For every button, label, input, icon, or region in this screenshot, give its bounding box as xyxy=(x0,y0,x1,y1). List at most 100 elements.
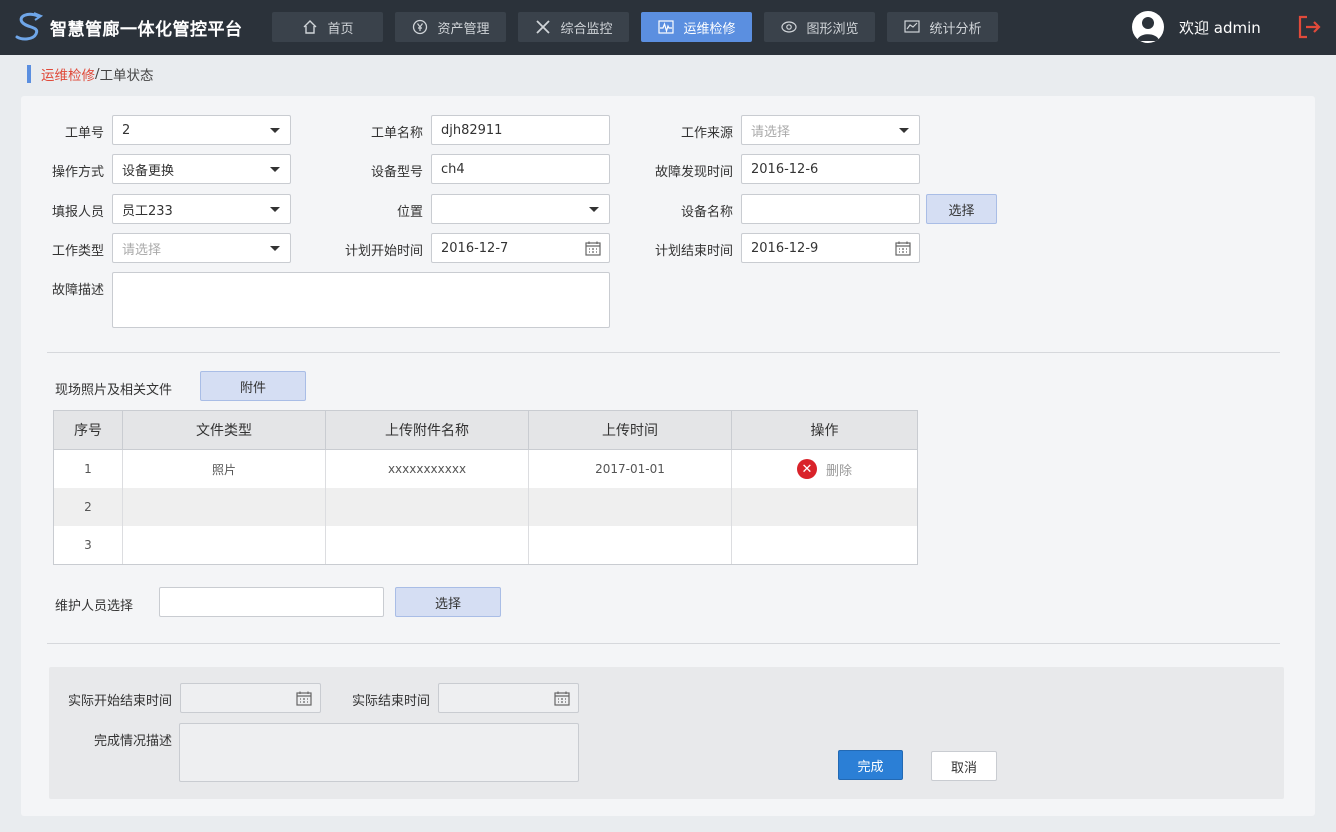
maintainer-field[interactable] xyxy=(159,587,384,617)
cancel-button[interactable]: 取消 xyxy=(931,751,997,781)
location-label: 位置 xyxy=(396,205,423,220)
cell-action: ✕ 删除 xyxy=(732,450,917,488)
nav-item-assets[interactable]: 资产管理 xyxy=(395,12,506,42)
breadcrumb-parent-link[interactable]: 运维检修 xyxy=(41,64,95,84)
breadcrumb: 运维检修 / 工单状态 xyxy=(27,64,154,84)
column-header: 操作 xyxy=(810,423,839,439)
column-header: 序号 xyxy=(54,411,123,449)
logo-icon xyxy=(15,12,44,41)
attachments-table: 序号 文件类型 上传附件名称 上传时间 操作 1 照片 xxxxxxxxxxx … xyxy=(53,410,918,565)
nav-item-graphics[interactable]: 图形浏览 xyxy=(764,12,875,42)
maintainer-label: 维护人员选择 xyxy=(55,599,134,614)
work-source-placeholder: 请选择 xyxy=(751,124,791,140)
completion-desc-label: 完成情况描述 xyxy=(93,734,172,749)
section-divider xyxy=(47,352,1280,353)
device-model-label: 设备型号 xyxy=(370,165,423,180)
welcome-text: 欢迎 admin xyxy=(1179,18,1261,37)
work-order-panel: 工单号 2 工单名称 djh82911 工作来源 请选择 操作方式 设备更换 设… xyxy=(21,96,1315,816)
device-model-field[interactable]: ch4 xyxy=(431,154,610,184)
nav-label: 资产管理 xyxy=(437,21,490,37)
plan-end-date-field[interactable]: 2016-12-9 xyxy=(741,233,920,263)
device-name-label: 设备名称 xyxy=(680,205,733,220)
column-header: 上传附件名称 xyxy=(326,411,529,449)
nav-item-home[interactable]: 首页 xyxy=(272,12,383,42)
breadcrumb-current: 工单状态 xyxy=(99,68,154,84)
work-order-no-label: 工单号 xyxy=(64,126,104,141)
cell-no: 1 xyxy=(54,450,123,488)
pulse-icon xyxy=(657,18,675,36)
chart-icon xyxy=(903,18,921,36)
cell-no: 3 xyxy=(54,526,123,564)
user-info[interactable]: 欢迎 admin xyxy=(1132,11,1261,43)
cell-name xyxy=(326,488,529,526)
delete-button[interactable]: ✕ 删除 xyxy=(796,459,852,479)
cell-no: 2 xyxy=(54,488,123,526)
cell-type: 照片 xyxy=(123,450,326,488)
column-header: 文件类型 xyxy=(123,411,326,449)
work-source-select[interactable]: 请选择 xyxy=(741,115,920,145)
calendar-icon[interactable] xyxy=(554,691,570,706)
app-title: 智慧管廊一体化管控平台 xyxy=(50,19,243,40)
work-source-label: 工作来源 xyxy=(680,126,733,141)
work-type-select[interactable]: 请选择 xyxy=(112,233,291,263)
actual-end-date-field[interactable] xyxy=(438,683,579,713)
nav-item-maintenance[interactable]: 运维检修 xyxy=(641,12,752,42)
fault-found-time-label: 故障发现时间 xyxy=(654,165,733,180)
chevron-down-icon xyxy=(589,207,599,212)
tools-icon xyxy=(534,18,552,36)
work-type-label: 工作类型 xyxy=(51,244,104,259)
user-icon xyxy=(1137,17,1159,41)
work-order-name-value: djh82911 xyxy=(441,122,503,138)
chevron-down-icon xyxy=(270,246,280,251)
nav-label: 图形浏览 xyxy=(806,21,859,37)
table-row: 2 xyxy=(54,488,917,526)
operation-mode-label: 操作方式 xyxy=(51,165,104,180)
fault-desc-textarea[interactable] xyxy=(112,272,610,328)
app-logo[interactable]: 智慧管廊一体化管控平台 xyxy=(14,10,243,44)
nav-item-monitor[interactable]: 综合监控 xyxy=(518,12,629,42)
complete-button[interactable]: 完成 xyxy=(838,750,903,780)
cell-time xyxy=(529,526,732,564)
completion-desc-textarea[interactable] xyxy=(179,723,579,782)
table-row: 1 照片 xxxxxxxxxxx 2017-01-01 ✕ 删除 xyxy=(54,450,917,488)
calendar-icon[interactable] xyxy=(585,241,601,256)
logout-icon[interactable] xyxy=(1297,14,1323,40)
work-order-name-field[interactable]: djh82911 xyxy=(431,115,610,145)
nav-label: 综合监控 xyxy=(560,21,613,37)
delete-label: 删除 xyxy=(825,463,852,479)
actual-start-date-field[interactable] xyxy=(180,683,321,713)
plan-start-date-field[interactable]: 2016-12-7 xyxy=(431,233,610,263)
cell-name: xxxxxxxxxxx xyxy=(326,450,529,488)
reporter-label: 填报人员 xyxy=(51,205,104,220)
column-header: 上传时间 xyxy=(529,411,732,449)
fault-found-time-value: 2016-12-6 xyxy=(751,161,819,177)
attach-button[interactable]: 附件 xyxy=(200,371,306,401)
plan-end-label: 计划结束时间 xyxy=(654,244,733,259)
operation-mode-value: 设备更换 xyxy=(122,163,175,179)
fault-desc-label: 故障描述 xyxy=(51,283,104,298)
cell-time xyxy=(529,488,732,526)
nav-item-stats[interactable]: 统计分析 xyxy=(887,12,998,42)
maintainer-select-button[interactable]: 选择 xyxy=(395,587,501,617)
cell-time: 2017-01-01 xyxy=(529,450,732,488)
main-nav: 首页 资产管理 综合监控 运维检修 图形浏览 统计分析 xyxy=(272,12,1010,42)
location-select[interactable] xyxy=(431,194,610,224)
calendar-icon[interactable] xyxy=(895,241,911,256)
device-name-field[interactable] xyxy=(741,194,920,224)
breadcrumb-marker xyxy=(27,65,31,83)
yen-icon xyxy=(411,18,429,36)
reporter-value: 员工233 xyxy=(122,203,173,219)
cell-type xyxy=(123,526,326,564)
device-model-value: ch4 xyxy=(441,161,465,177)
calendar-icon[interactable] xyxy=(296,691,312,706)
cell-action xyxy=(732,488,917,526)
nav-label: 统计分析 xyxy=(929,21,982,37)
device-select-button[interactable]: 选择 xyxy=(926,194,997,224)
nav-label: 首页 xyxy=(327,21,354,37)
reporter-select[interactable]: 员工233 xyxy=(112,194,291,224)
avatar xyxy=(1132,11,1164,43)
table-row: 3 xyxy=(54,526,917,564)
work-order-no-select[interactable]: 2 xyxy=(112,115,291,145)
fault-found-time-field[interactable]: 2016-12-6 xyxy=(741,154,920,184)
operation-mode-select[interactable]: 设备更换 xyxy=(112,154,291,184)
